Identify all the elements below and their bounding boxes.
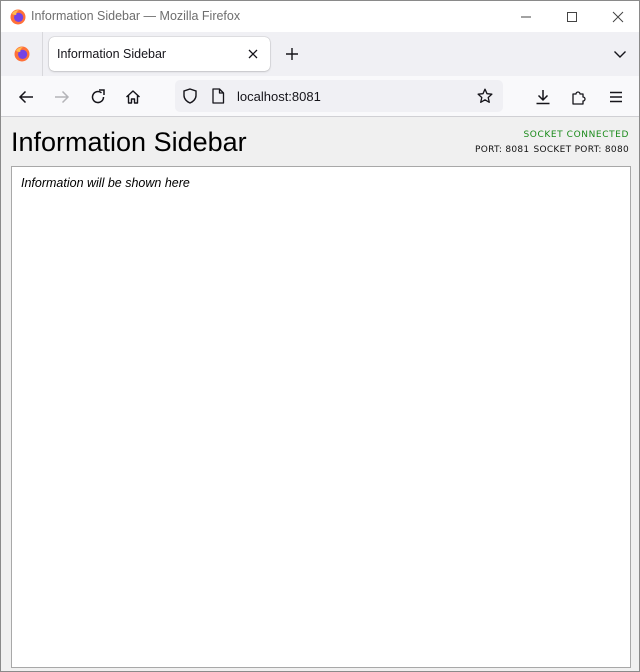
arrow-right-icon [55, 90, 70, 104]
star-icon[interactable] [477, 88, 493, 109]
shield-icon[interactable] [182, 88, 198, 109]
maximize-icon [567, 11, 577, 22]
firefox-icon [14, 46, 29, 62]
tab-close-button[interactable] [245, 46, 261, 62]
page-icon[interactable] [211, 88, 225, 109]
title-bar: Information Sidebar — Mozilla Firefox [1, 1, 639, 32]
reload-button[interactable] [85, 84, 111, 110]
close-icon [612, 11, 624, 22]
extensions-button[interactable] [566, 84, 592, 110]
minimize-button[interactable] [503, 1, 549, 32]
list-all-tabs-button[interactable] [608, 42, 632, 66]
port-label: PORT: 8081 [475, 145, 530, 155]
port-info: PORT: 8081 SOCKET PORT: 8080 [471, 145, 629, 155]
close-window-button[interactable] [595, 1, 639, 32]
info-panel: Information will be shown here [11, 166, 631, 668]
arrow-left-icon [18, 90, 33, 104]
download-icon [536, 90, 550, 105]
socket-status-indicator: SOCKET CONNECTED [523, 130, 629, 140]
info-placeholder: Information will be shown here [21, 176, 190, 190]
socket-port-label: SOCKET PORT: 8080 [533, 145, 629, 155]
browser-window: Information Sidebar — Mozilla Firefox In… [0, 0, 640, 672]
forward-button[interactable] [49, 84, 75, 110]
firefox-icon [10, 9, 26, 25]
maximize-button[interactable] [549, 1, 595, 32]
tab-strip: Information Sidebar [1, 32, 639, 76]
window-title: Information Sidebar — Mozilla Firefox [31, 9, 241, 23]
minimize-icon [521, 16, 531, 17]
firefox-view-button[interactable] [1, 32, 43, 76]
chevron-down-icon [614, 51, 626, 58]
page-title: Information Sidebar [11, 127, 247, 157]
puzzle-icon [572, 91, 586, 105]
tab-information-sidebar[interactable]: Information Sidebar [49, 37, 270, 71]
downloads-button[interactable] [530, 84, 556, 110]
plus-icon [286, 48, 298, 60]
new-tab-button[interactable] [280, 42, 304, 66]
tab-title: Information Sidebar [57, 47, 167, 61]
back-button[interactable] [13, 84, 39, 110]
home-icon [126, 90, 140, 104]
home-button[interactable] [120, 84, 146, 110]
page-content: Information Sidebar SOCKET CONNECTED POR… [1, 118, 639, 671]
menu-button[interactable] [603, 84, 629, 110]
address-bar[interactable]: localhost:8081 [175, 80, 503, 112]
url-text[interactable]: localhost:8081 [237, 89, 321, 104]
reload-icon [91, 89, 105, 104]
close-icon [248, 49, 258, 59]
navigation-toolbar: localhost:8081 [1, 76, 639, 117]
hamburger-icon [610, 91, 622, 103]
